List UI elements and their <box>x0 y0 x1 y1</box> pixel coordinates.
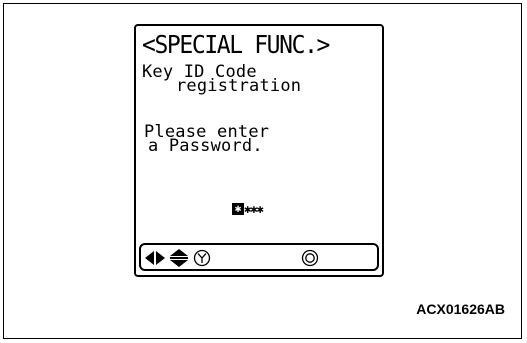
up-down-button[interactable] <box>168 248 190 268</box>
figure-caption: ACX01626AB <box>416 301 505 317</box>
password-mask: ✱✱✱ <box>244 202 264 216</box>
up-down-arrows-icon <box>170 249 188 267</box>
screen-title: <SPECIAL FUNC.> <box>142 30 330 59</box>
tester-display: <SPECIAL FUNC.> Key ID Code registration… <box>134 24 384 277</box>
yes-circle-icon <box>193 249 211 267</box>
password-input[interactable]: ✱ ✱✱✱ <box>232 202 264 216</box>
yes-button[interactable] <box>191 248 213 268</box>
softkey-bar <box>139 243 379 271</box>
no-button[interactable] <box>299 248 321 268</box>
left-right-button[interactable] <box>144 248 166 268</box>
screen-line-2: registration <box>176 76 302 96</box>
password-cursor: ✱ <box>232 203 244 215</box>
no-circle-icon <box>301 249 319 267</box>
screen-line-4: a Password. <box>148 136 263 156</box>
left-right-arrows-icon <box>145 251 165 265</box>
